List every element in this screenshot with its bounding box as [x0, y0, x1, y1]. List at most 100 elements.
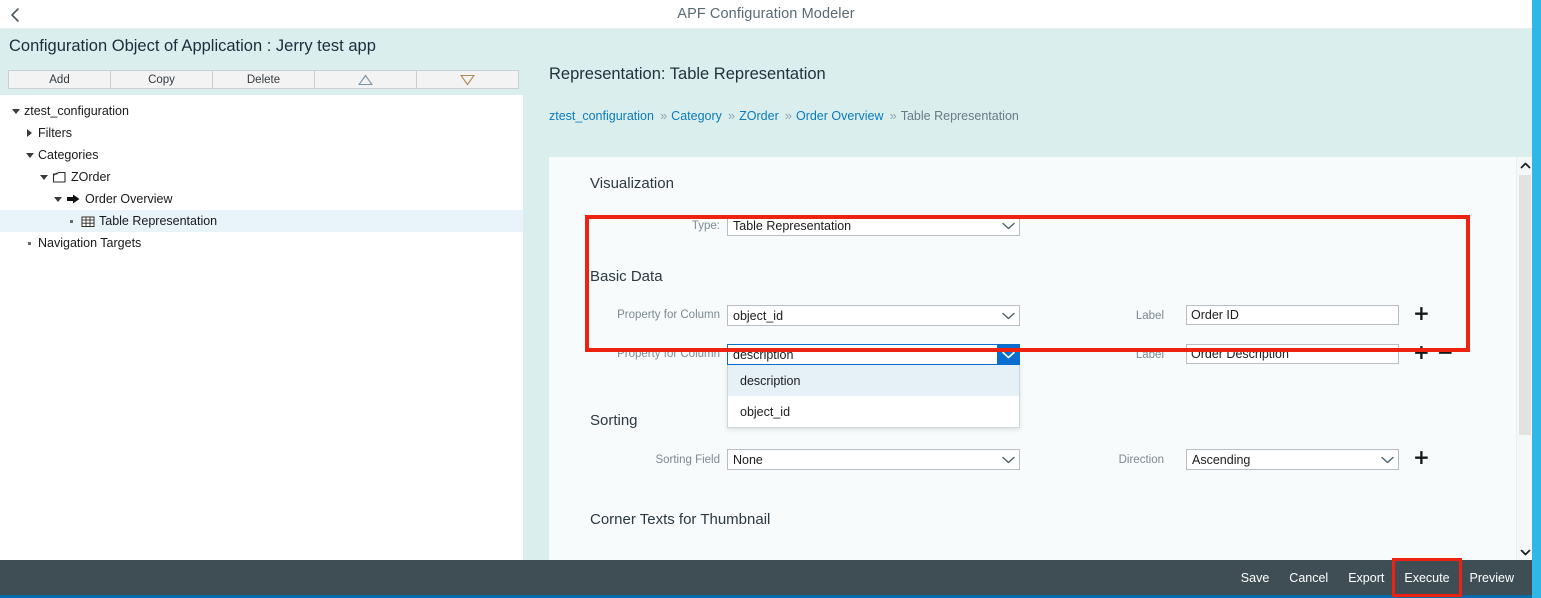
triangle-down-icon: [460, 74, 475, 86]
apf-configuration-modeler-window: APF Configuration Modeler Configuration …: [0, 0, 1541, 598]
section-title-basic-data: Basic Data: [590, 268, 663, 285]
tree-item-label: Order Overview: [85, 192, 173, 206]
step-icon: [66, 192, 81, 206]
breadcrumb-item-table-representation: Table Representation: [900, 108, 1019, 123]
app-title: APF Configuration Modeler: [677, 6, 855, 22]
chevron-down-icon: [1002, 351, 1015, 359]
form-scrollbar[interactable]: [1516, 157, 1532, 560]
move-down-button[interactable]: [416, 70, 519, 89]
breadcrumb-separator: »: [889, 108, 897, 123]
property-for-column-dropdown-toggle-2[interactable]: [997, 344, 1020, 365]
property-for-column-value-2: description: [733, 347, 794, 362]
configuration-tree-panel: Configuration Object of Application : Je…: [0, 29, 523, 560]
sorting-field-select[interactable]: None: [727, 449, 1020, 470]
table-icon: [80, 214, 95, 228]
tree-item-label: ZOrder: [71, 170, 111, 184]
section-title-visualization: Visualization: [590, 175, 674, 192]
execute-button[interactable]: Execute: [1392, 558, 1462, 597]
breadcrumb: ztest_configuration » Category » ZOrder » Orde…: [549, 108, 1019, 123]
chevron-down-icon: [998, 450, 1019, 469]
chevron-down-icon: [998, 216, 1019, 235]
scroll-up-button[interactable]: [1517, 157, 1532, 173]
chevron-up-icon: [1520, 157, 1531, 174]
copy-button[interactable]: Copy: [110, 70, 212, 89]
breadcrumb-item-zorder[interactable]: ZOrder: [739, 109, 779, 123]
leaf-bullet-icon: [24, 238, 35, 249]
dropdown-option-description[interactable]: description: [728, 365, 1019, 396]
expand-collapse-icon[interactable]: [52, 194, 63, 205]
move-up-button[interactable]: [314, 70, 416, 89]
breadcrumb-item-category[interactable]: Category: [671, 109, 722, 123]
dropdown-option-object-id[interactable]: object_id: [728, 396, 1019, 427]
page-title: Configuration Object of Application : Je…: [9, 37, 376, 55]
chevron-down-icon: [1520, 543, 1531, 560]
breadcrumb-separator: »: [784, 108, 792, 123]
detail-panel: Representation: Table Representation zte…: [523, 29, 1532, 560]
remove-column-button-2[interactable]: −: [1437, 342, 1454, 362]
tree-item-zorder[interactable]: ZOrder: [0, 166, 523, 188]
property-for-column-dropdown-list[interactable]: description object_id: [727, 365, 1020, 428]
scroll-down-button[interactable]: [1517, 544, 1532, 560]
tree-item-categories[interactable]: Categories: [0, 144, 523, 166]
breadcrumb-item-ztest-configuration[interactable]: ztest_configuration: [549, 109, 654, 123]
detail-form-content: Visualization Type: Table Representation…: [549, 157, 1532, 560]
property-for-column-value-1: object_id: [733, 308, 784, 323]
add-column-button-2[interactable]: +: [1413, 342, 1430, 362]
property-for-column-select-2[interactable]: description: [727, 344, 997, 365]
chevron-down-icon: [1377, 450, 1398, 469]
scrollbar-thumb[interactable]: [1519, 175, 1531, 435]
chevron-down-icon: [998, 306, 1019, 325]
tree-item-filters[interactable]: Filters: [0, 122, 523, 144]
add-sorting-button[interactable]: +: [1413, 447, 1430, 467]
configuration-tree: ztest_configuration Filters Categories ZOrd…: [0, 95, 523, 560]
tree-item-table-representation[interactable]: Table Representation: [0, 210, 523, 232]
add-button-label: Add: [49, 73, 70, 86]
leaf-bullet-icon: [66, 216, 77, 227]
triangle-up-icon: [358, 74, 373, 86]
tree-item-label: Filters: [38, 126, 73, 140]
add-button[interactable]: Add: [8, 70, 110, 89]
breadcrumb-separator: »: [727, 108, 735, 123]
left-panel-header: Configuration Object of Application : Je…: [0, 29, 523, 95]
tree-item-navigation-targets[interactable]: Navigation Targets: [0, 232, 523, 254]
tree-toolbar: Add Copy Delete: [8, 70, 519, 89]
expand-collapse-icon[interactable]: [24, 150, 35, 161]
save-button[interactable]: Save: [1231, 560, 1280, 595]
direction-value: Ascending: [1192, 452, 1251, 467]
tree-item-label: Navigation Targets: [38, 236, 142, 250]
tree-item-label: ztest_configuration: [24, 104, 129, 118]
cancel-button[interactable]: Cancel: [1279, 560, 1338, 595]
direction-label: Direction: [1118, 454, 1164, 466]
visualization-type-value: Table Representation: [733, 218, 852, 233]
right-edge-strip: [1532, 0, 1541, 598]
export-button[interactable]: Export: [1338, 560, 1394, 595]
preview-button[interactable]: Preview: [1460, 560, 1524, 595]
tree-item-order-overview[interactable]: Order Overview: [0, 188, 523, 210]
column-label-label-2: Label: [1135, 349, 1164, 361]
breadcrumb-item-order-overview[interactable]: Order Overview: [796, 109, 884, 123]
column-label-input-1[interactable]: Order ID: [1186, 305, 1399, 325]
column-label-input-2[interactable]: Order Description: [1186, 344, 1399, 364]
footer-bar: Save Cancel Export Execute Preview: [0, 558, 1532, 598]
footer-actions: Save Cancel Export Execute Preview: [1231, 558, 1524, 597]
expand-collapse-icon[interactable]: [10, 106, 21, 117]
expand-collapse-icon[interactable]: [38, 172, 49, 183]
property-for-column-select-1[interactable]: object_id: [727, 305, 1020, 326]
copy-button-label: Copy: [148, 73, 175, 86]
add-column-button-1[interactable]: +: [1413, 303, 1430, 323]
breadcrumb-separator: »: [659, 108, 667, 123]
section-title-sorting: Sorting: [590, 412, 638, 429]
representation-title: Representation: Table Representation: [549, 65, 826, 83]
property-for-column-label-2: Property for Column: [617, 348, 720, 360]
tree-item-ztest-configuration[interactable]: ztest_configuration: [0, 100, 523, 122]
expand-collapse-icon[interactable]: [24, 128, 35, 139]
shell-header: APF Configuration Modeler: [0, 0, 1532, 29]
direction-select[interactable]: Ascending: [1186, 449, 1399, 470]
visualization-type-select[interactable]: Table Representation: [727, 215, 1020, 236]
sorting-field-value: None: [733, 452, 763, 467]
sorting-field-label: Sorting Field: [655, 454, 720, 466]
delete-button[interactable]: Delete: [212, 70, 314, 89]
section-title-corner-texts: Corner Texts for Thumbnail: [590, 511, 771, 528]
property-for-column-label-1: Property for Column: [617, 309, 720, 321]
delete-button-label: Delete: [246, 73, 281, 86]
